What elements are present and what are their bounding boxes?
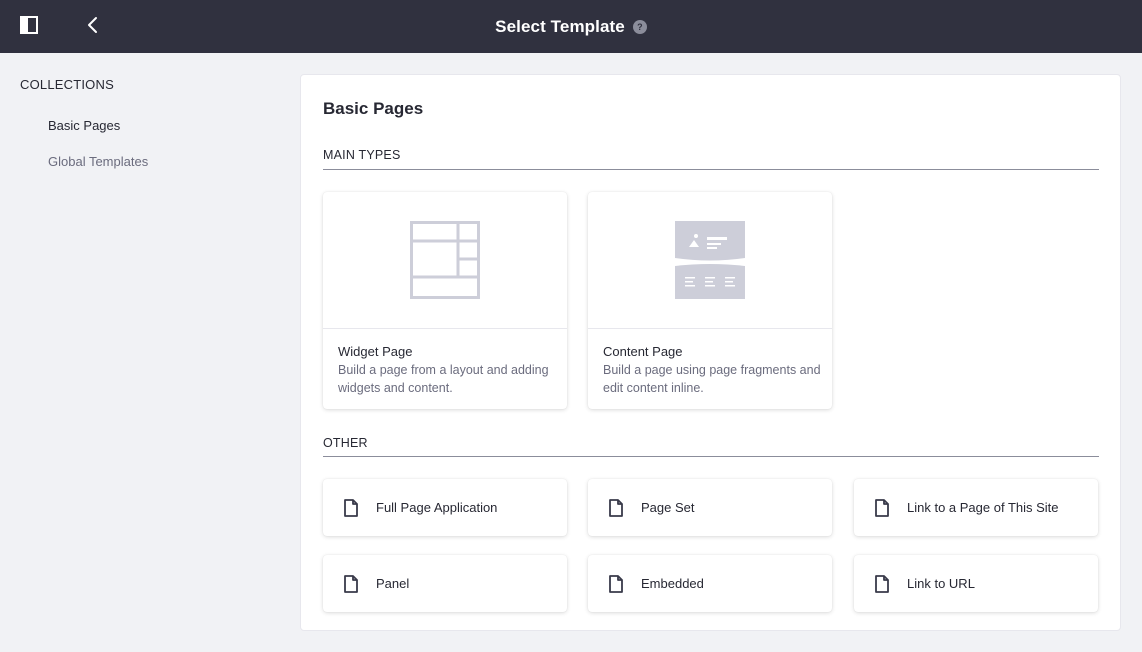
other-divider <box>323 456 1099 457</box>
panel-card[interactable]: Panel <box>323 555 567 612</box>
main-types-divider <box>323 169 1099 170</box>
templates-panel: Basic Pages MAIN TYPES Widget Page Build… <box>300 74 1121 631</box>
widget-page-card[interactable]: Widget Page Build a page from a layout a… <box>323 192 567 409</box>
link-to-page-label: Link to a Page of This Site <box>907 500 1059 515</box>
other-label: OTHER <box>323 436 368 450</box>
content-page-preview-icon <box>675 221 745 299</box>
main-types-label: MAIN TYPES <box>323 148 401 162</box>
panel-label: Panel <box>376 576 410 591</box>
widget-page-description: Build a page from a layout and adding wi… <box>338 363 549 395</box>
section-title: Basic Pages <box>323 99 424 118</box>
document-icon <box>875 499 889 517</box>
document-icon <box>609 499 623 517</box>
back-chevron-icon[interactable] <box>84 15 102 35</box>
help-icon[interactable]: ? <box>632 19 647 34</box>
content-page-title: Content Page <box>603 344 683 359</box>
document-icon <box>344 499 358 517</box>
document-icon <box>344 575 358 593</box>
page-set-label: Page Set <box>641 500 695 515</box>
link-to-page-card[interactable]: Link to a Page of This Site <box>854 479 1098 536</box>
content-page-card[interactable]: Content Page Build a page using page fra… <box>588 192 832 409</box>
content-page-description: Build a page using page fragments and ed… <box>603 363 821 395</box>
document-icon <box>875 575 889 593</box>
document-icon <box>609 575 623 593</box>
widget-page-preview-icon <box>410 221 480 299</box>
embedded-label: Embedded <box>641 576 704 591</box>
embedded-card[interactable]: Embedded <box>588 555 832 612</box>
sidebar-toggle-icon[interactable] <box>20 16 38 34</box>
full-page-application-card[interactable]: Full Page Application <box>323 479 567 536</box>
sidebar-item-global-templates[interactable]: Global Templates <box>48 154 148 169</box>
link-to-url-label: Link to URL <box>907 576 975 591</box>
page-title: Select Template <box>495 16 625 36</box>
sidebar-item-basic-pages[interactable]: Basic Pages <box>48 118 120 133</box>
collections-sidebar: COLLECTIONS Basic Pages Global Templates <box>0 53 290 652</box>
top-bar: Select Template ? <box>0 0 1142 53</box>
full-page-application-label: Full Page Application <box>376 500 498 515</box>
widget-page-title: Widget Page <box>338 344 413 359</box>
page-set-card[interactable]: Page Set <box>588 479 832 536</box>
collections-heading: COLLECTIONS <box>20 77 114 92</box>
link-to-url-card[interactable]: Link to URL <box>854 555 1098 612</box>
